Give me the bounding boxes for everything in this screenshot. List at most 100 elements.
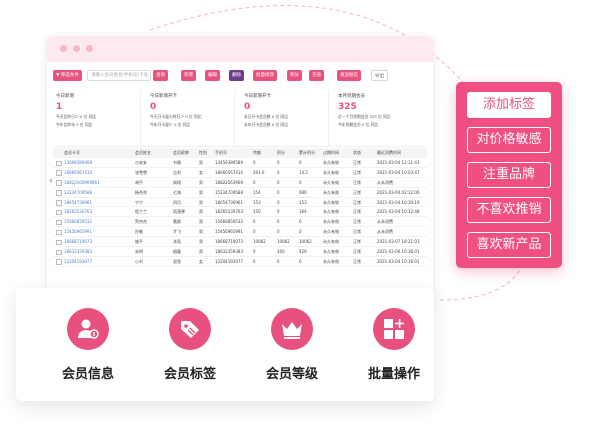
tag-like-new-products[interactable]: 喜欢新产品 [467,232,551,258]
filter-button[interactable]: ▼ 筛选条件 [53,70,82,81]
table-cell: 孙敏 [135,229,143,235]
table-cell: 正常 [353,189,361,195]
member-card-link[interactable]: 13204193977 [64,257,92,266]
feature-batch-ops[interactable]: 批量操作 [344,308,444,382]
row-checkbox[interactable] [56,200,62,206]
feature-member-info[interactable]: 会员信息 [38,308,138,382]
tag-dislike-promotion[interactable]: 不喜欢推销 [467,197,551,223]
member-table: 会员卡号 会员姓名 会员昵称 性别 手机号 余额 积分 累计积分 过期时间 状态 最近消费时间 13… [53,148,427,267]
table-cell: 0 [277,209,280,215]
table-cell: 吉利 [173,169,181,175]
table-row[interactable]: 18632359383 宋明 烟暖 男 18632359383 0 100 429 永久有效 正常… [53,247,427,257]
stat-line: 今天开卡量与昨日少 0 位 同比 [150,114,202,119]
table-cell: 0 [253,249,256,255]
member-card-link[interactable]: 13234709588 [64,188,92,197]
column-header[interactable]: 会员卡号 [64,148,80,157]
column-header[interactable]: 积分 [277,148,285,157]
table-row[interactable]: 18666567410 张雪雪 吉利 女 18666567410 291.0 0 14.2 永久… [53,168,427,178]
row-checkbox[interactable] [56,170,62,176]
table-cell: 姚平 [135,239,143,245]
table-cell: 13204193977 [215,258,243,264]
member-card-link[interactable]: 15456965991 [64,227,92,236]
table-cell: 2021-03-04 12:11:41 [377,160,420,165]
table-row[interactable]: 18654736961 宁宁 四月 男 18654736961 153 0 153 永久有效 正常… [53,198,427,208]
member-card-link[interactable]: 18823100969861 [64,178,100,187]
column-header[interactable]: 过期时间 [323,148,339,157]
table-cell: 10062 [253,239,266,245]
stat-value: 0 [244,102,251,112]
table-row[interactable]: 13234709588 杨秀秀 七海 男 15234709588 154 0 686 永久有效 正… [53,188,427,198]
table-cell: 小刘 [135,258,143,264]
member-card-link[interactable]: 18666567410 [64,168,92,177]
column-header[interactable]: 累计积分 [299,148,315,157]
feature-label: 会员信息 [61,367,114,382]
table-row[interactable]: 15456965991 孙敏 才飞 男 15456965991 0 0 0 永久有效 正常 从未消费 [53,227,427,238]
table-cell: 0 [299,179,302,185]
tag-add-button[interactable]: 添加标签 [467,92,551,118]
row-checkbox[interactable] [56,219,62,226]
table-cell: 0 [277,229,280,235]
row-checkbox[interactable] [56,180,62,186]
add-button[interactable]: 新增 [181,70,196,81]
table-row[interactable]: 18668719073 姚平 沐雨 男 18668719073 10062 10062 100… [53,237,427,248]
feature-panel: 会员信息 会员标签 会员等级 批量操作 [16,288,434,401]
tag-brand-focused[interactable]: 注重品牌 [467,162,551,188]
member-card-link[interactable]: 15666859532 [64,217,92,226]
tag-price-sensitive[interactable]: 对价格敏感 [467,127,551,153]
member-card-link[interactable]: 18265530763 [64,207,92,216]
table-row[interactable]: 13204193977 小刘 君弦 女 13204193977 0 0 0 永久有效 正常 2021… [53,257,427,267]
table-row[interactable]: 18265530763 程兰兰 雨落寒 男 18265530763 150 0 164 永久有效… [53,207,427,218]
table-cell: 永久有效 [323,169,339,175]
table-cell: 164 [299,209,307,215]
search-button[interactable]: 查询 [153,70,168,81]
stat-label: 今日新增开卡 [244,94,271,99]
search-input[interactable]: 请输入会员姓名/手机号/卡号 [87,70,151,81]
table-cell: 贺杰杰 [135,219,147,225]
points-button[interactable]: 积分 [287,70,302,81]
stats-row: 今日新增 1 今天比昨日少 0 位 同比 今年比昨年 0 位 同比 今日新增开卡… [53,90,427,147]
table-cell: 永久有效 [323,199,339,205]
column-header[interactable]: 余额 [253,148,261,157]
member-card-link[interactable]: 18654736961 [64,198,92,207]
table-cell: 0 [277,179,280,185]
column-header[interactable]: 最近消费时间 [377,148,401,157]
row-checkbox[interactable] [56,190,62,196]
table-cell: 女 [199,169,203,175]
edit-button[interactable]: 编辑 [205,70,220,81]
sms-button[interactable]: 发送短信 [337,70,361,81]
feature-member-level[interactable]: 会员等级 [242,308,342,382]
table-cell: 15666859532 [215,219,243,225]
stat-label: 今日新增 [56,94,74,99]
member-card-link[interactable]: 18632359383 [64,247,92,256]
stat-line: 本日开卡会员数 0 位 同比 [244,114,289,119]
toolbar: ▼ 筛选条件 请输入会员姓名/手机号/卡号 查询 新增 编辑 删除 批量修改 积… [53,70,427,82]
table-row[interactable]: 15666859532 贺杰杰 素颜 男 15666859532 0 0 0 永久有效 正常 从未消… [53,217,427,228]
table-cell: 正常 [353,249,361,255]
stat-line: 今年开卡量少 0 位 同比 [150,122,191,127]
table-cell: 0 [253,229,256,235]
table-cell: 2021-03-04 10:30:19 [377,199,420,205]
delete-button[interactable]: 删除 [229,70,244,81]
table-cell: 正常 [353,199,361,205]
row-checkbox[interactable] [56,209,62,216]
batch-edit-button[interactable]: 批量修改 [253,70,277,81]
feature-member-tag[interactable]: 会员标签 [140,308,240,382]
row-checkbox[interactable] [56,259,62,265]
column-header[interactable]: 性别 [199,148,207,157]
row-checkbox[interactable] [56,229,62,236]
column-header[interactable]: 会员昵称 [173,148,189,157]
table-cell: 正常 [353,179,361,185]
row-checkbox[interactable] [56,239,62,246]
row-checkbox[interactable] [56,160,62,166]
column-header[interactable]: 手机号 [215,148,227,157]
export-button[interactable]: 导出 [371,70,388,81]
table-cell: 烟暖 [173,249,181,255]
table-row[interactable]: 13698389469 沙安安 书雅 男 13459389589 0 0 0 永久有效 正常 202… [53,158,427,168]
row-checkbox[interactable] [56,249,62,256]
recharge-button[interactable]: 充值 [309,70,324,81]
table-row[interactable]: 18823100969861 胡平 周翔 男 18822563969 0 0 0 永久有效 正常 从… [53,178,427,188]
column-header[interactable]: 状态 [353,148,361,157]
member-card-link[interactable]: 13698389469 [64,158,92,167]
member-card-link[interactable]: 18668719073 [64,237,92,246]
column-header[interactable]: 会员姓名 [135,148,151,157]
